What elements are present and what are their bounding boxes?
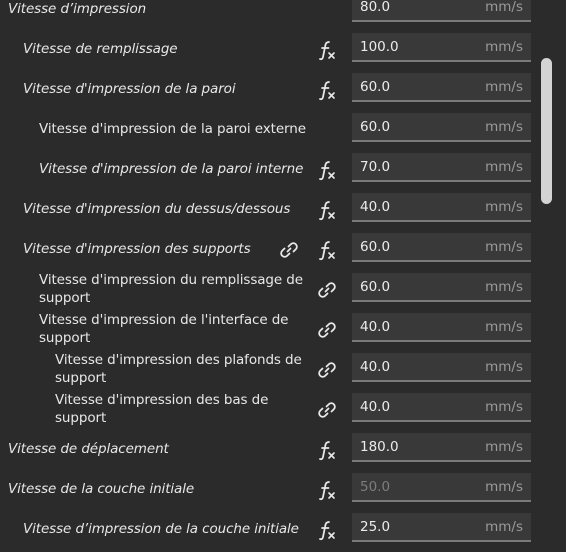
field-value: 60.0 <box>360 78 391 95</box>
field-value: 60.0 <box>360 118 391 135</box>
setting-row-wall-speed: Vitesse d'impression de la paroi 60.0 mm… <box>0 69 540 109</box>
field-value: 50.0 <box>360 478 391 495</box>
field-unit: mm/s <box>485 38 523 55</box>
setting-row-support-bottom-speed: Vitesse d'impression des bas de support … <box>0 389 540 429</box>
field-unit: mm/s <box>485 198 523 215</box>
field-value: 60.0 <box>360 238 391 255</box>
field-value: 60.0 <box>360 278 391 295</box>
setting-row-infill-speed: Vitesse de remplissage 100.0 mm/s <box>0 29 540 69</box>
initial-layer-print-speed-field[interactable]: 25.0 mm/s <box>352 513 531 542</box>
setting-label: Vitesse d'impression des bas de support <box>55 392 269 426</box>
setting-label: Vitesse d'impression des supports <box>23 241 251 257</box>
field-unit: mm/s <box>485 238 523 255</box>
field-unit: mm/s <box>485 438 523 455</box>
field-unit: mm/s <box>485 0 523 15</box>
function-fx-icon[interactable] <box>316 479 338 501</box>
field-value: 40.0 <box>360 198 391 215</box>
setting-row-support-infill-speed: Vitesse d'impression du remplissage de s… <box>0 269 540 309</box>
setting-label: Vitesse de remplissage <box>23 41 178 57</box>
setting-label: Vitesse d'impression de la paroi <box>23 81 236 97</box>
function-fx-icon[interactable] <box>316 439 338 461</box>
inner-wall-speed-field[interactable]: 70.0 mm/s <box>352 153 531 182</box>
field-unit: mm/s <box>485 398 523 415</box>
field-value: 180.0 <box>360 438 399 455</box>
support-infill-speed-field[interactable]: 60.0 mm/s <box>352 273 531 302</box>
function-fx-icon[interactable] <box>316 519 338 541</box>
link-chain-icon[interactable] <box>279 240 299 260</box>
infill-speed-field[interactable]: 100.0 mm/s <box>352 33 531 62</box>
link-chain-icon[interactable] <box>317 280 337 300</box>
wall-speed-field[interactable]: 60.0 mm/s <box>352 73 531 102</box>
function-fx-icon[interactable] <box>316 199 338 221</box>
setting-label: Vitesse d'impression du remplissage de s… <box>39 272 303 306</box>
field-value: 40.0 <box>360 398 391 415</box>
travel-speed-field[interactable]: 180.0 mm/s <box>352 433 531 462</box>
field-unit: mm/s <box>485 158 523 175</box>
field-unit: mm/s <box>485 278 523 295</box>
setting-row-top-bottom-speed: Vitesse d'impression du dessus/dessous 4… <box>0 189 540 229</box>
field-unit: mm/s <box>485 78 523 95</box>
field-unit: mm/s <box>485 118 523 135</box>
outer-wall-speed-field[interactable]: 60.0 mm/s <box>352 113 531 142</box>
initial-layer-speed-field[interactable]: 50.0 mm/s <box>352 473 531 502</box>
print-speed-field[interactable]: 80.0 mm/s <box>352 0 531 22</box>
field-unit: mm/s <box>485 478 523 495</box>
setting-label: Vitesse d'impression du dessus/dessous <box>23 201 291 217</box>
support-interface-speed-field[interactable]: 40.0 mm/s <box>352 313 531 342</box>
function-fx-icon[interactable] <box>316 39 338 61</box>
setting-row-initial-layer-speed: Vitesse de la couche initiale 50.0 mm/s <box>0 469 540 509</box>
field-unit: mm/s <box>485 518 523 535</box>
field-value: 80.0 <box>360 0 391 15</box>
setting-label: Vitesse d'impression de la paroi externe <box>39 121 306 137</box>
setting-row-support-interface-speed: Vitesse d'impression de l'interface de s… <box>0 309 540 349</box>
field-unit: mm/s <box>485 318 523 335</box>
support-roof-speed-field[interactable]: 40.0 mm/s <box>352 353 531 382</box>
link-chain-icon[interactable] <box>317 320 337 340</box>
setting-label: Vitesse de la couche initiale <box>8 481 195 497</box>
setting-row-print-speed: Vitesse d’impression 80.0 mm/s <box>0 0 540 29</box>
scrollbar-thumb[interactable] <box>541 58 552 204</box>
setting-row-support-speed: Vitesse d'impression des supports 60.0 m… <box>0 229 540 269</box>
link-chain-icon[interactable] <box>317 360 337 380</box>
setting-row-outer-wall-speed: Vitesse d'impression de la paroi externe… <box>0 109 540 149</box>
setting-label: Vitesse d'impression des plafonds de sup… <box>55 352 302 386</box>
print-speed-settings-panel: Vitesse d’impression 80.0 mm/s Vitesse d… <box>0 0 566 552</box>
field-value: 25.0 <box>360 518 391 535</box>
function-fx-icon[interactable] <box>316 79 338 101</box>
function-fx-icon[interactable] <box>316 239 338 261</box>
field-value: 40.0 <box>360 358 391 375</box>
support-speed-field[interactable]: 60.0 mm/s <box>352 233 531 262</box>
field-value: 40.0 <box>360 318 391 335</box>
setting-label: Vitesse d'impression de la paroi interne <box>39 161 304 177</box>
top-bottom-speed-field[interactable]: 40.0 mm/s <box>352 193 531 222</box>
field-value: 70.0 <box>360 158 391 175</box>
setting-row-support-roof-speed: Vitesse d'impression des plafonds de sup… <box>0 349 540 389</box>
setting-row-travel-speed: Vitesse de déplacement 180.0 mm/s <box>0 429 540 469</box>
field-unit: mm/s <box>485 358 523 375</box>
setting-label: Vitesse d’impression <box>8 1 147 17</box>
setting-label: Vitesse de déplacement <box>8 441 169 457</box>
setting-row-inner-wall-speed: Vitesse d'impression de la paroi interne… <box>0 149 540 189</box>
setting-row-initial-layer-print-speed: Vitesse d’impression de la couche initia… <box>0 509 540 549</box>
setting-label: Vitesse d’impression de la couche initia… <box>23 521 299 537</box>
support-bottom-speed-field[interactable]: 40.0 mm/s <box>352 393 531 422</box>
function-fx-icon[interactable] <box>316 159 338 181</box>
setting-label: Vitesse d'impression de l'interface de s… <box>39 312 289 346</box>
link-chain-icon[interactable] <box>317 400 337 420</box>
field-value: 100.0 <box>360 38 399 55</box>
